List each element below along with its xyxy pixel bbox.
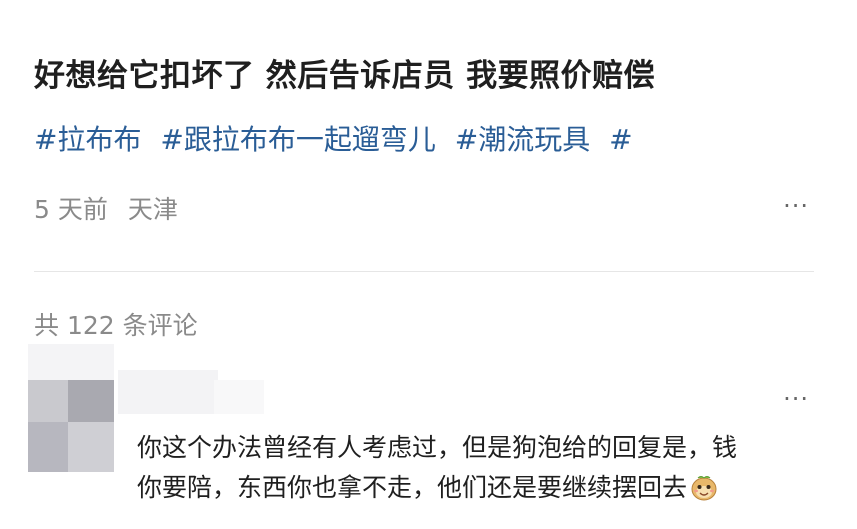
avatar-blur-block (68, 422, 114, 472)
monkey-face-emoji-icon (691, 476, 717, 501)
comment-line: 你这个办法曾经有人考虑过，但是狗泡给的回复是，钱 (137, 433, 738, 462)
tag-list: #拉布布 #跟拉布布一起遛弯儿 #潮流玩具 # (34, 118, 643, 158)
avatar-blur-block (28, 422, 68, 472)
comment-count: 共 122 条评论 (34, 311, 198, 340)
post-meta: 5 天前 天津 (34, 190, 190, 226)
username-blurred-tail (214, 380, 264, 414)
comment-more-button[interactable]: ··· (783, 387, 809, 411)
post-container: 好想给它扣坏了 然后告诉店员 我要照价赔偿 #拉布布 #跟拉布布一起遛弯儿 #潮… (0, 0, 857, 529)
post-time: 5 天前 (34, 195, 108, 224)
tag-walk-with-labubu[interactable]: #跟拉布布一起遛弯儿 (160, 123, 435, 156)
post-location: 天津 (127, 195, 178, 224)
avatar[interactable] (28, 344, 114, 472)
avatar-blur-block (68, 380, 114, 422)
username-blurred[interactable] (118, 370, 218, 414)
tag-empty[interactable]: # (609, 123, 632, 156)
comment-line-with-emoji: 你要陪，东西你也拿不走，他们还是要继续摆回去 (137, 468, 817, 508)
comment-body: 你这个办法曾经有人考虑过，但是狗泡给的回复是，钱 你要陪，东西你也拿不走，他们还… (137, 428, 817, 508)
tag-labubu[interactable]: #拉布布 (34, 123, 141, 156)
avatar-blur-block (28, 344, 114, 380)
avatar-blur-block (28, 380, 68, 422)
post-more-button[interactable]: ··· (783, 194, 809, 218)
tag-trend-toys[interactable]: #潮流玩具 (455, 123, 590, 156)
divider (34, 271, 814, 272)
post-title: 好想给它扣坏了 然后告诉店员 我要照价赔偿 (34, 58, 656, 94)
comment-line: 你要陪，东西你也拿不走，他们还是要继续摆回去 (137, 473, 688, 502)
